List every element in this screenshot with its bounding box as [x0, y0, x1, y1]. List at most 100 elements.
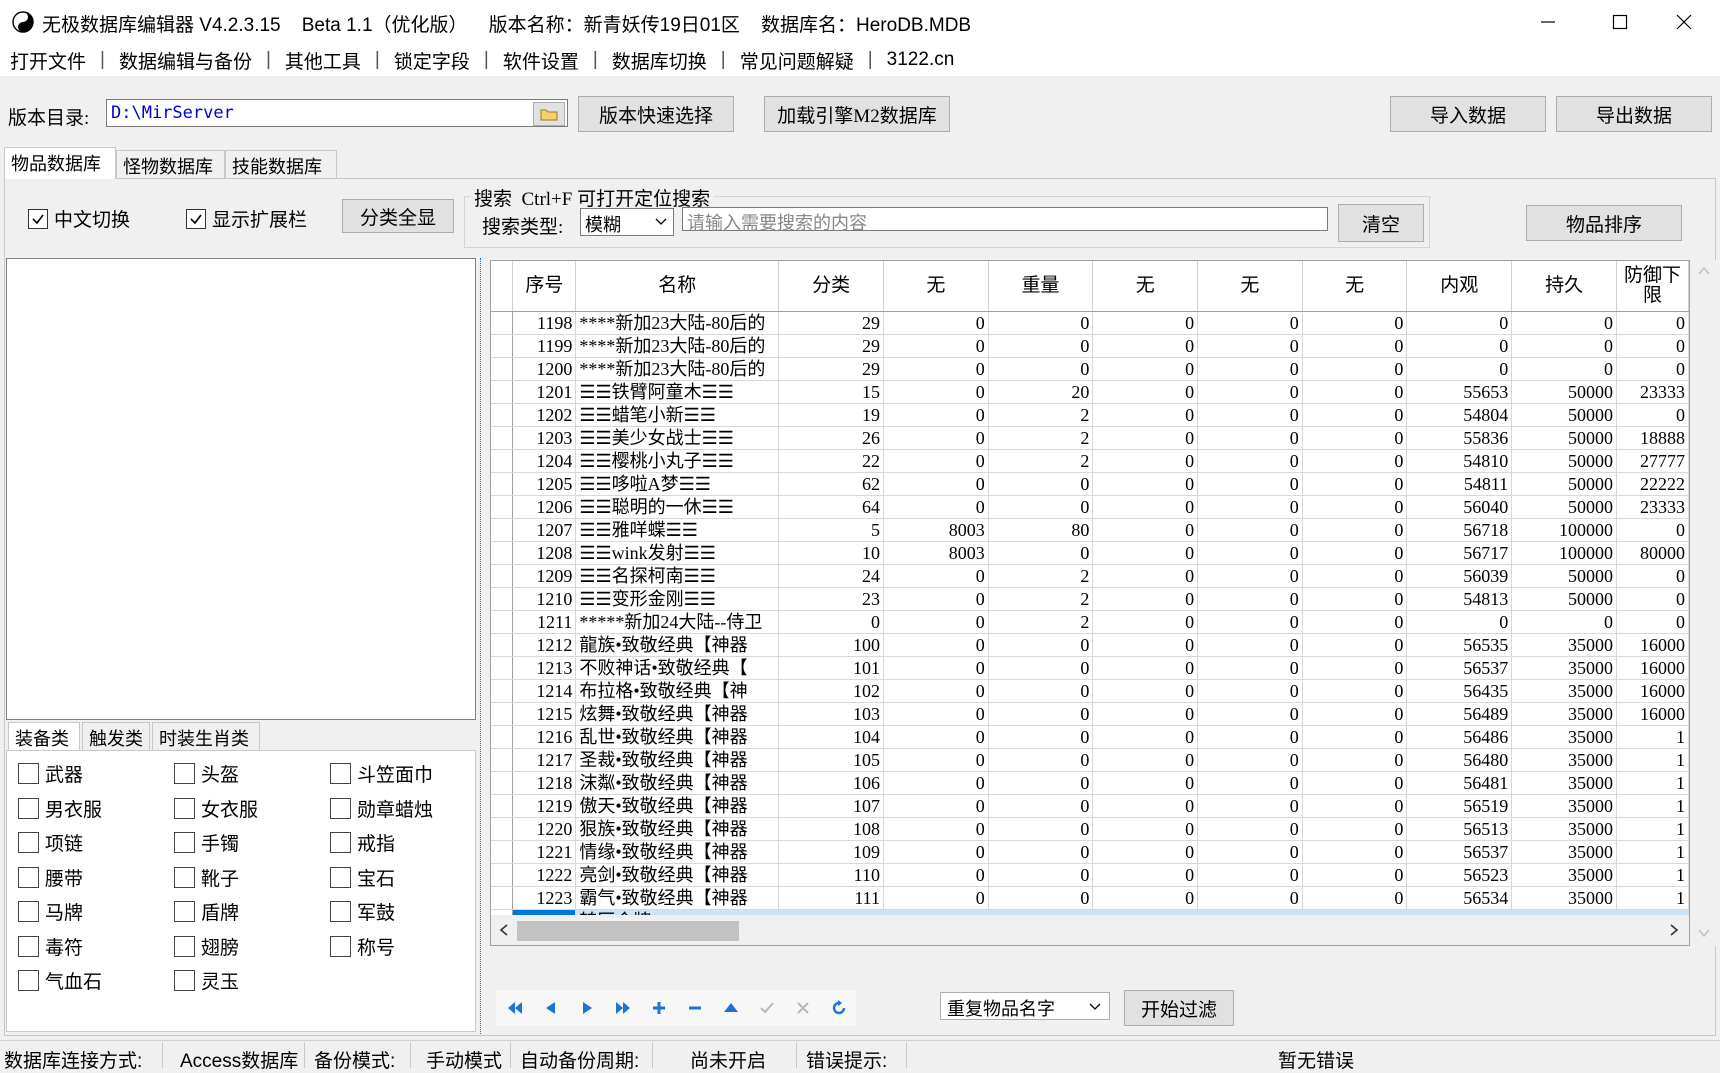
- table-cell[interactable]: 0: [1197, 794, 1303, 818]
- table-cell[interactable]: 0: [1197, 725, 1303, 749]
- cell-id[interactable]: 1199: [512, 334, 577, 358]
- table-cell[interactable]: 105: [778, 748, 884, 772]
- cell-id[interactable]: 1198: [512, 311, 577, 335]
- vertical-scrollbar[interactable]: [1692, 260, 1716, 946]
- table-cell[interactable]: 29: [778, 334, 884, 358]
- cell-name[interactable]: ☰☰蜡笔小新☰☰: [575, 403, 780, 427]
- column-header[interactable]: 防御下限: [1616, 261, 1689, 312]
- table-cell[interactable]: 56519: [1406, 794, 1513, 818]
- table-cell[interactable]: 106: [778, 771, 884, 795]
- column-header[interactable]: 内观: [1406, 261, 1513, 312]
- cell-id[interactable]: 1220: [512, 817, 577, 841]
- table-cell[interactable]: 23333: [1616, 495, 1689, 519]
- table-cell[interactable]: 0: [883, 357, 989, 381]
- table-cell[interactable]: 0: [883, 334, 989, 358]
- table-cell[interactable]: 0: [883, 702, 989, 726]
- table-cell[interactable]: 55653: [1406, 380, 1513, 404]
- table-cell[interactable]: 2: [988, 564, 1094, 588]
- chinese-switch-checkbox[interactable]: 中文切换: [28, 205, 130, 232]
- table-cell[interactable]: 0: [883, 863, 989, 887]
- table-cell[interactable]: 0: [1197, 886, 1303, 910]
- table-row[interactable]: 1203 ☰☰美少女战士☰☰ 26 0 2 0 0 0 55836 50000 18888: [491, 426, 1689, 450]
- row-indicator[interactable]: [491, 472, 514, 496]
- table-cell[interactable]: 0: [1302, 794, 1408, 818]
- table-cell[interactable]: 0: [1092, 771, 1199, 795]
- table-cell[interactable]: 0: [1616, 610, 1689, 634]
- row-indicator[interactable]: [491, 380, 514, 404]
- row-indicator[interactable]: [491, 541, 514, 565]
- table-cell[interactable]: 102: [778, 679, 884, 703]
- table-cell[interactable]: 0: [1616, 311, 1689, 335]
- table-cell[interactable]: 0: [1197, 357, 1303, 381]
- quick-select-button[interactable]: 版本快速选择: [578, 96, 734, 132]
- table-cell[interactable]: 0: [1092, 403, 1199, 427]
- category-checkbox[interactable]: 宝石: [330, 864, 395, 891]
- menu-lock-fields[interactable]: 锁定字段: [392, 47, 472, 74]
- table-cell[interactable]: 1: [1616, 840, 1689, 864]
- table-cell[interactable]: 0: [1406, 334, 1513, 358]
- table-cell[interactable]: 55836: [1406, 426, 1513, 450]
- cell-id[interactable]: 1205: [512, 472, 577, 496]
- menu-open-file[interactable]: 打开文件: [8, 47, 88, 74]
- dir-input[interactable]: D:\MirServer: [106, 99, 568, 127]
- table-cell[interactable]: 110: [778, 863, 884, 887]
- table-cell[interactable]: 1: [1616, 863, 1689, 887]
- scroll-left-icon[interactable]: [499, 924, 509, 936]
- table-cell[interactable]: 23333: [1616, 380, 1689, 404]
- cell-name[interactable]: ☰☰铁臂阿童木☰☰: [575, 380, 780, 404]
- cell-id[interactable]: 1204: [512, 449, 577, 473]
- row-indicator[interactable]: [491, 771, 514, 795]
- table-cell[interactable]: 18888: [1616, 426, 1689, 450]
- table-cell[interactable]: 0: [1302, 587, 1408, 611]
- table-cell[interactable]: 0: [883, 771, 989, 795]
- table-cell[interactable]: 0: [1197, 311, 1303, 335]
- start-filter-button[interactable]: 开始过滤: [1124, 990, 1234, 1026]
- cell-id[interactable]: 1212: [512, 633, 577, 657]
- row-indicator[interactable]: [491, 495, 514, 519]
- table-cell[interactable]: 0: [883, 794, 989, 818]
- table-cell[interactable]: 0: [1197, 426, 1303, 450]
- row-indicator[interactable]: [491, 840, 514, 864]
- table-cell[interactable]: 56534: [1406, 886, 1513, 910]
- table-cell[interactable]: 35000: [1511, 840, 1617, 864]
- table-cell[interactable]: 0: [1092, 725, 1199, 749]
- row-indicator[interactable]: [491, 725, 514, 749]
- menu-db-switch[interactable]: 数据库切换: [610, 47, 709, 74]
- cell-name[interactable]: ☰☰聪明的一休☰☰: [575, 495, 780, 519]
- category-checkbox[interactable]: 马牌: [18, 898, 83, 925]
- table-cell[interactable]: 8003: [883, 541, 989, 565]
- category-checkbox[interactable]: 翅膀: [174, 933, 239, 960]
- table-cell[interactable]: 2: [988, 426, 1094, 450]
- table-cell[interactable]: 50000: [1511, 426, 1617, 450]
- table-cell[interactable]: 0: [988, 334, 1094, 358]
- row-indicator[interactable]: [491, 656, 514, 680]
- table-cell[interactable]: 0: [1302, 840, 1408, 864]
- table-cell[interactable]: 0: [1511, 610, 1617, 634]
- nav-prev-button[interactable]: [536, 993, 566, 1023]
- table-cell[interactable]: 0: [1302, 449, 1408, 473]
- table-cell[interactable]: 50000: [1511, 587, 1617, 611]
- cell-name[interactable]: ☰☰哆啦A梦☰☰: [575, 472, 780, 496]
- table-cell[interactable]: 0: [988, 771, 1094, 795]
- cell-name[interactable]: 圣裁•致敬经典【神器: [575, 748, 780, 772]
- table-cell[interactable]: 0: [1092, 449, 1199, 473]
- table-cell[interactable]: 0: [1092, 518, 1199, 542]
- table-cell[interactable]: 26: [778, 426, 884, 450]
- table-cell[interactable]: 0: [883, 587, 989, 611]
- cell-name[interactable]: 乱世•致敬经典【神器: [575, 725, 780, 749]
- cell-id[interactable]: 1218: [512, 771, 577, 795]
- table-cell[interactable]: 0: [1197, 633, 1303, 657]
- table-cell[interactable]: 0: [1092, 817, 1199, 841]
- table-cell[interactable]: 0: [1302, 817, 1408, 841]
- table-cell[interactable]: 35000: [1511, 725, 1617, 749]
- table-cell[interactable]: 1: [1616, 748, 1689, 772]
- table-cell[interactable]: 50000: [1511, 564, 1617, 588]
- table-cell[interactable]: 0: [883, 840, 989, 864]
- column-header[interactable]: 无: [1302, 261, 1408, 312]
- show-all-categories-button[interactable]: 分类全显: [342, 199, 454, 233]
- category-checkbox[interactable]: 腰带: [18, 864, 83, 891]
- table-cell[interactable]: 0: [883, 495, 989, 519]
- table-row[interactable]: 1198 ****新加23大陆-80后的 29 0 0 0 0 0 0 0 0: [491, 311, 1689, 335]
- table-cell[interactable]: 35000: [1511, 771, 1617, 795]
- table-row[interactable]: 1214 布拉格•致敬经典【神 102 0 0 0 0 0 56435 35000 16000: [491, 679, 1689, 703]
